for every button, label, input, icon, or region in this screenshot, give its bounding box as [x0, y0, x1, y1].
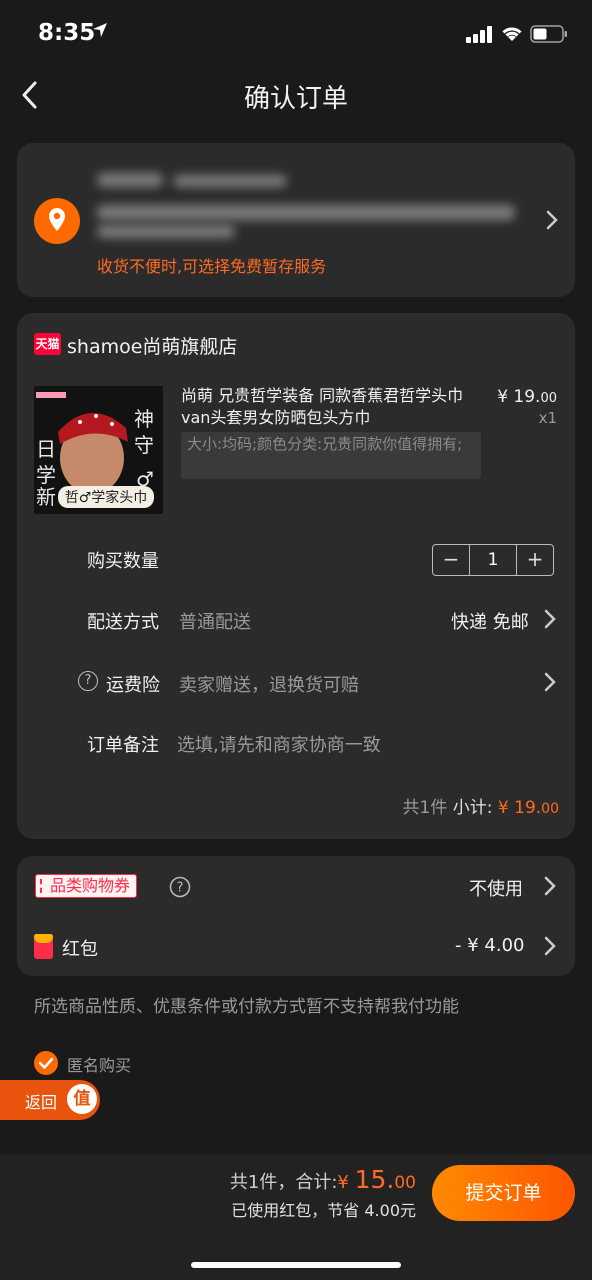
insurance-value: 卖家赠送，退换货可赔: [179, 675, 359, 696]
floating-back-button[interactable]: 返回 值: [0, 1080, 100, 1120]
help-icon[interactable]: ?: [169, 876, 191, 898]
svg-text:守: 守: [134, 433, 154, 457]
tmall-badge-icon: 天猫: [34, 333, 61, 355]
product-image-caption: 哲♂学家头巾: [65, 489, 148, 506]
help-icon[interactable]: ?: [78, 671, 98, 691]
order-note-label: 订单备注: [87, 735, 159, 756]
location-pin-icon: [34, 198, 80, 244]
product-image[interactable]: 日学新 神守 ♂ 哲♂学家头巾: [34, 386, 163, 514]
red-packet-icon: [34, 934, 53, 959]
chevron-right-icon[interactable]: [542, 672, 558, 692]
svg-text:神: 神: [134, 407, 154, 431]
pay-for-me-notice: 所选商品性质、优惠条件或付款方式暂不支持帮我付功能: [34, 997, 459, 1017]
product-title[interactable]: 尚萌 兄贵哲学装备 同款香蕉君哲学头巾 van头套男女防晒包头方巾: [181, 385, 481, 429]
redacted-address-line-2: [97, 225, 235, 238]
redacted-address-line-1: [97, 205, 515, 220]
anonymous-label: 匿名购买: [67, 1056, 132, 1075]
status-time: 8:35: [38, 20, 96, 46]
redacted-phone: [173, 175, 287, 187]
quantity-stepper: − 1 +: [432, 544, 554, 576]
floating-back-label: 返回: [25, 1093, 58, 1112]
checkout-bar: 共1件，合计:¥ 15.00 已使用红包，节省 4.00元 提交订单: [0, 1155, 592, 1280]
insurance-label: 运费险: [106, 675, 160, 696]
shop-name[interactable]: shamoe尚萌旗舰店: [67, 332, 237, 359]
delivery-value: 普通配送: [179, 612, 251, 633]
chevron-right-icon[interactable]: [542, 609, 558, 629]
chevron-right-icon[interactable]: [542, 936, 558, 956]
product-price: ¥ 19.00: [497, 387, 557, 407]
product-sku: 大小:均码;颜色分类:兄贵同款你值得拥有;: [181, 432, 481, 479]
status-bar: 8:35: [0, 0, 592, 66]
location-arrow-icon: [93, 23, 107, 37]
quantity-plus-button[interactable]: +: [517, 545, 553, 575]
zhi-badge-icon: 值: [67, 1084, 97, 1114]
home-indicator: [191, 1262, 401, 1268]
svg-text:日: 日: [36, 437, 56, 461]
red-packet-value[interactable]: - ¥ 4.00: [455, 935, 524, 956]
order-note-input[interactable]: 选填,请先和商家协商一致: [177, 731, 381, 757]
quantity-input[interactable]: 1: [469, 545, 517, 575]
svg-text:?: ?: [177, 881, 184, 896]
chevron-right-icon[interactable]: [542, 876, 558, 896]
signal-icon: [466, 26, 492, 43]
delivery-option[interactable]: 快递 免邮: [451, 608, 529, 634]
nav-bar: 确认订单: [0, 66, 592, 124]
chevron-right-icon: [546, 210, 558, 230]
page-title: 确认订单: [243, 84, 348, 114]
quantity-label: 购买数量: [87, 551, 159, 572]
wifi-icon: [502, 27, 522, 41]
coupon-value[interactable]: 不使用: [469, 875, 523, 901]
savings-text: 已使用红包，节省 4.00元: [231, 1201, 416, 1220]
discount-card: 品类购物券 ? 不使用 红包 - ¥ 4.00: [17, 856, 575, 976]
svg-text:新: 新: [36, 485, 56, 509]
red-packet-label: 红包: [62, 939, 98, 960]
address-card[interactable]: 收货不便时,可选择免费暂存服务: [17, 143, 575, 297]
address-note: 收货不便时,可选择免费暂存服务: [97, 257, 327, 276]
coupon-tag: 品类购物券: [35, 874, 138, 898]
order-total: 共1件，合计:¥ 15.00: [229, 1165, 416, 1194]
quantity-minus-button[interactable]: −: [433, 545, 469, 575]
checkmark-icon: [38, 1057, 54, 1069]
anonymous-checkbox[interactable]: [34, 1051, 58, 1075]
battery-icon: [530, 25, 567, 43]
redacted-recipient: [97, 173, 163, 187]
delivery-label: 配送方式: [87, 612, 159, 633]
submit-order-button[interactable]: 提交订单: [432, 1165, 575, 1221]
svg-text:学: 学: [36, 463, 56, 487]
order-card: 天猫 shamoe尚萌旗舰店 日学新 神守 ♂ 哲♂学家头巾 尚萌 兄贵哲学装备 …: [17, 313, 575, 839]
product-quantity: x1: [538, 409, 557, 427]
subtotal: 共1件 小计: ¥ 19.00: [402, 798, 559, 818]
subtotal-amount: ¥ 19.00: [497, 798, 559, 818]
